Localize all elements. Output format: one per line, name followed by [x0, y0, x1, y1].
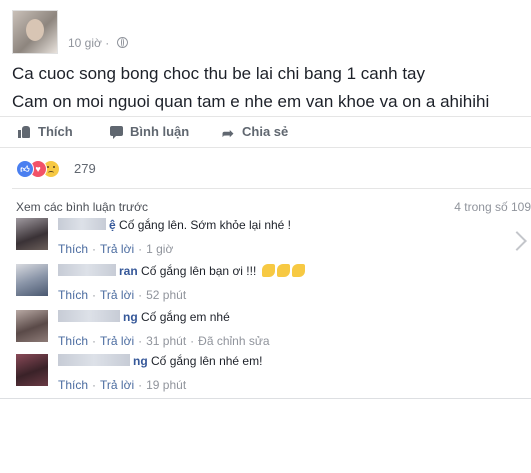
comment-time[interactable]: 19 phút	[146, 378, 186, 392]
share-arrow-icon: ➦	[222, 125, 234, 141]
share-button[interactable]: ➦ Chia sẻ	[222, 124, 288, 140]
commenter-name[interactable]: ng	[123, 310, 138, 324]
comment-item: ng Cố gắng em nhé Thích · Trả lời · 31 phút ·…	[16, 310, 526, 354]
comment-body: ệ Cố gắng lên. Sớm khỏe lại nhé !	[58, 218, 291, 232]
post-timestamp[interactable]: 10 giờ ·	[68, 36, 128, 50]
post-action-bar: Thích Bình luận ➦ Chia sẻ	[0, 116, 531, 148]
thumbs-up-icon	[18, 125, 31, 138]
comment-reply-link[interactable]: Trả lời	[100, 334, 134, 348]
commenter-avatar[interactable]	[16, 264, 48, 296]
comment-body: ran Cố gắng lên bạn ơi !!!	[58, 264, 305, 278]
comment-label: Bình luận	[130, 124, 190, 139]
commenter-name[interactable]: ran	[119, 264, 138, 278]
comment-icon	[110, 125, 123, 139]
commenter-name-redacted[interactable]	[58, 310, 120, 322]
comment-text: Cố gắng em nhé	[141, 310, 230, 324]
author-avatar[interactable]	[12, 10, 58, 54]
comment-like-link[interactable]: Thích	[58, 334, 88, 348]
reaction-count[interactable]: 279	[74, 161, 96, 176]
comment-item: ng Cố gắng lên nhé em! Thích · Trả lời · 19 …	[16, 354, 526, 398]
post-card: 10 giờ · Ca cuoc song bong choc thu be l…	[0, 0, 531, 399]
comment-body: ng Cố gắng em nhé	[58, 310, 230, 324]
commenter-name[interactable]: ệ	[109, 218, 116, 232]
comments-pager: 4 trong số 109	[454, 200, 531, 214]
comment-meta: Thích · Trả lời · 31 phút · Đã chỉnh sửa	[58, 334, 270, 348]
comment-time[interactable]: 1 giờ	[146, 242, 173, 256]
comment-text: Cố gắng lên. Sớm khỏe lại nhé !	[119, 218, 292, 232]
flexed-biceps-icon	[276, 264, 290, 277]
commenter-avatar[interactable]	[16, 310, 48, 342]
globe-icon	[116, 37, 128, 48]
comment-reply-link[interactable]: Trả lời	[100, 288, 134, 302]
view-previous-comments-link[interactable]: Xem các bình luận trước	[16, 200, 148, 214]
comment-meta: Thích · Trả lời · 52 phút	[58, 288, 187, 302]
comment-like-link[interactable]: Thích	[58, 288, 88, 302]
commenter-name-redacted[interactable]	[58, 264, 116, 276]
like-label: Thích	[38, 124, 73, 139]
chevron-right-icon[interactable]	[510, 232, 528, 250]
comment-text: Cố gắng lên bạn ơi !!!	[141, 264, 257, 278]
comment-meta: Thích · Trả lời · 1 giờ	[58, 242, 174, 256]
flexed-biceps-icon	[291, 264, 305, 277]
comment-like-link[interactable]: Thích	[58, 242, 88, 256]
comment-edited-label[interactable]: Đã chỉnh sửa	[198, 334, 269, 348]
comment-item: ệ Cố gắng lên. Sớm khỏe lại nhé ! Thích ·…	[16, 218, 526, 262]
share-label: Chia sẻ	[242, 124, 289, 139]
like-reaction-icon: 👍︎	[16, 160, 34, 178]
comment-like-link[interactable]: Thích	[58, 378, 88, 392]
commenter-name-redacted[interactable]	[58, 218, 106, 230]
post-line-2: Cam on moi nguoi quan tam e nhe em van k…	[12, 92, 490, 111]
comment-meta: Thích · Trả lời · 19 phút	[58, 378, 187, 392]
comment-time[interactable]: 31 phút	[146, 334, 186, 348]
comment-time[interactable]: 52 phút	[146, 288, 186, 302]
commenter-name-redacted[interactable]	[58, 354, 130, 366]
comment-text: Cố gắng lên nhé em!	[151, 354, 263, 368]
like-button[interactable]: Thích	[18, 124, 73, 139]
commenter-name[interactable]: ng	[133, 354, 148, 368]
comment-button[interactable]: Bình luận	[110, 124, 189, 139]
post-line-1: Ca cuoc song bong choc thu be lai chi ba…	[12, 64, 426, 83]
divider	[12, 188, 531, 189]
comment-body: ng Cố gắng lên nhé em!	[58, 354, 262, 368]
post-time-text[interactable]: 10 giờ ·	[68, 36, 113, 50]
comment-item: ran Cố gắng lên bạn ơi !!! Thích · Trả lời…	[16, 264, 526, 308]
post-content: Ca cuoc song bong choc thu be lai chi ba…	[12, 60, 489, 116]
commenter-avatar[interactable]	[16, 354, 48, 386]
flexed-biceps-icon	[261, 264, 275, 277]
comment-reply-link[interactable]: Trả lời	[100, 378, 134, 392]
commenter-avatar[interactable]	[16, 218, 48, 250]
comment-reply-link[interactable]: Trả lời	[100, 242, 134, 256]
